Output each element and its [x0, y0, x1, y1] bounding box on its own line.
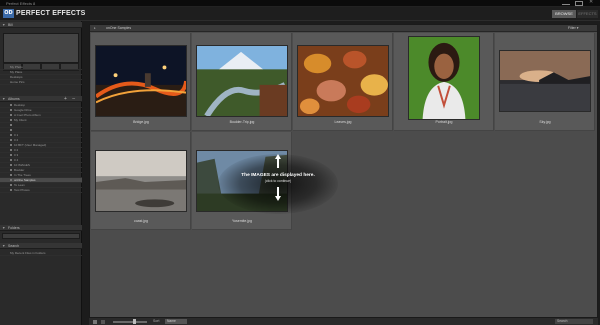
image-caption: coast.jpg — [133, 219, 148, 223]
thumbnail-size-slider[interactable] — [113, 321, 147, 323]
collapse-arrow-icon[interactable]: ▼ — [2, 23, 5, 27]
app-logo: OD — [3, 9, 14, 18]
image-caption: Boulder-Trip.jpg — [229, 120, 255, 124]
add-remove-album-icon[interactable]: + – — [64, 96, 77, 102]
folders-section-header[interactable]: ▼ Folders — [0, 225, 82, 231]
browse-section-label: Bill — [8, 23, 13, 27]
image-cell[interactable]: Leaves.jpg — [293, 33, 393, 131]
folder-icon: ▸ — [94, 26, 96, 30]
window-title-bar: Perfect Effects 8 ✕ — [0, 0, 600, 7]
search-input[interactable]: Search — [555, 319, 593, 324]
minimize-icon[interactable] — [562, 1, 570, 5]
image-caption: Bridge.jpg — [133, 120, 149, 124]
album-list: Desktop Google Drive A Cool Photo Album … — [0, 103, 82, 193]
bottom-toolbar: Sort Name Search — [89, 317, 598, 325]
image-thumbnail[interactable] — [196, 150, 288, 212]
search-section-label: Search — [8, 244, 20, 248]
image-thumbnail[interactable] — [196, 45, 288, 117]
list-view-icon[interactable] — [101, 320, 105, 324]
image-thumbnail[interactable] — [95, 150, 187, 212]
image-caption: Portrait.jpg — [435, 120, 453, 124]
collapse-arrow-icon[interactable]: ▼ — [2, 97, 5, 101]
effects-mode-button[interactable]: EFFECTS — [577, 10, 598, 18]
sidebar: ▼ Bill My Photo My Place Desktops Home P… — [0, 21, 82, 325]
image-cell[interactable]: Bridge.jpg — [91, 33, 191, 131]
filter-button[interactable]: Filter ▾ — [568, 26, 579, 30]
search-item[interactable]: My Recent Files in Folders — [0, 251, 82, 256]
folders-field[interactable] — [2, 233, 80, 239]
image-caption: Sky.jpg — [539, 120, 551, 124]
browser-toolbar: ▸ onOne Samples Filter ▾ — [90, 25, 597, 32]
thumbnail-size-slider-knob[interactable] — [133, 319, 136, 324]
folders-section-label: Folders — [8, 226, 20, 230]
collapse-arrow-icon[interactable]: ▼ — [2, 244, 5, 248]
image-cell[interactable]: Yosemite.jpg — [192, 132, 292, 230]
sort-label: Sort — [153, 319, 160, 323]
sort-select[interactable]: Name — [165, 319, 187, 324]
image-caption: Leaves.jpg — [334, 120, 352, 124]
search-section-header[interactable]: ▼ Search — [0, 243, 82, 249]
recent-item[interactable]: Home Pics — [0, 80, 82, 85]
image-caption: Yosemite.jpg — [232, 219, 252, 223]
albums-section-label: Albums — [8, 97, 20, 101]
app-header: OD PERFECT EFFECTS BROWSE EFFECTS — [0, 7, 600, 21]
image-cell[interactable]: coast.jpg — [91, 132, 191, 230]
recent-list: My Photo My Place Desktops Home Pics — [0, 65, 82, 85]
maximize-icon[interactable] — [575, 1, 583, 6]
browse-preview-area — [3, 33, 79, 63]
image-thumbnail[interactable] — [297, 45, 389, 117]
window-title: Perfect Effects 8 — [6, 1, 36, 6]
close-icon[interactable]: ✕ — [589, 0, 597, 5]
current-folder: onOne Samples — [106, 26, 132, 30]
albums-section-header[interactable]: ▼ Albums + – — [0, 96, 82, 102]
image-thumbnail[interactable] — [499, 50, 591, 112]
collapse-arrow-icon[interactable]: ▼ — [2, 226, 5, 230]
app-name: PERFECT EFFECTS — [16, 10, 86, 17]
image-thumbnail[interactable] — [95, 45, 187, 117]
image-thumbnail[interactable] — [408, 36, 480, 120]
browse-section-header[interactable]: ▼ Bill — [0, 22, 82, 28]
browse-mode-button[interactable]: BROWSE — [552, 10, 576, 18]
search-list: My Recent Files in Folders — [0, 251, 82, 256]
grid-view-icon[interactable] — [93, 320, 97, 324]
image-browser: ▸ onOne Samples Filter ▾ Bridge.jpg Boul… — [89, 24, 598, 325]
image-cell[interactable]: Sky.jpg — [495, 33, 595, 131]
image-cell[interactable]: Boulder-Trip.jpg — [192, 33, 292, 131]
album-item[interactable]: Test Photos — [0, 188, 82, 193]
image-cell[interactable]: Portrait.jpg — [394, 33, 494, 131]
